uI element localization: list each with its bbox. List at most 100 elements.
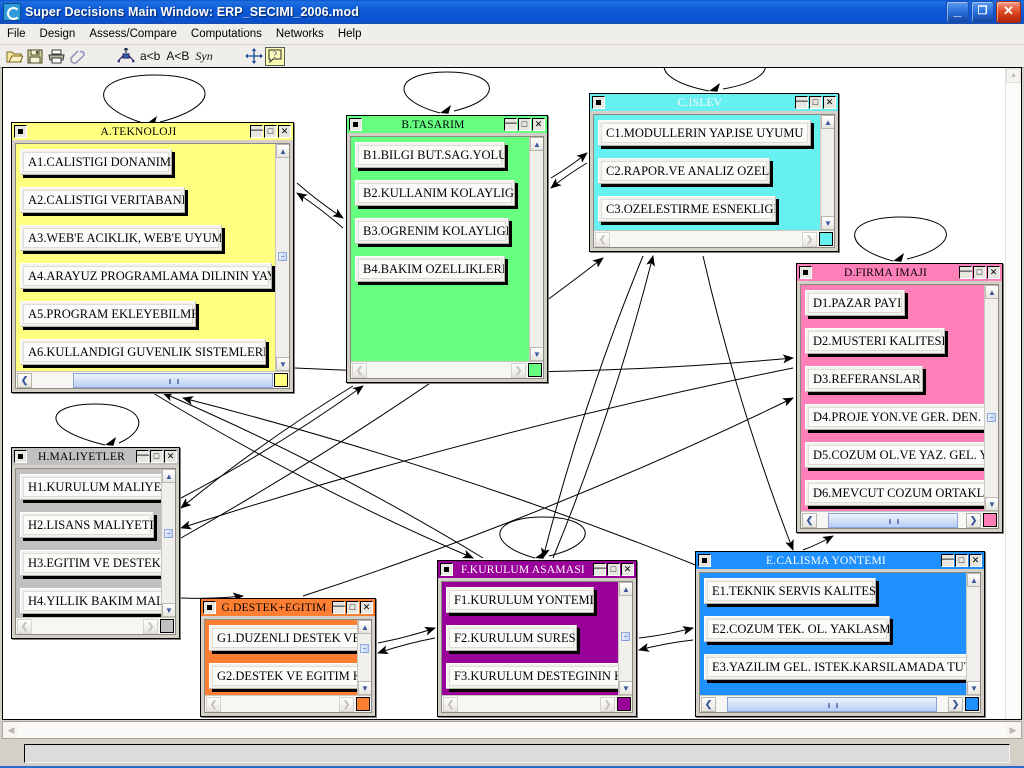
canvas-scroll-up-arrow[interactable]: ▲ [1006, 68, 1021, 83]
cluster-vertical-scrollbar[interactable]: ▲ ▼ [966, 573, 980, 695]
cluster-minimize-button[interactable]: — [959, 264, 972, 279]
cluster-hscroll-right-arrow[interactable]: ❯ [143, 618, 158, 634]
status-text-field[interactable] [24, 743, 1010, 763]
cluster-scroll-down-arrow[interactable]: ▼ [358, 681, 371, 695]
cluster-scroll-up-arrow[interactable]: ▲ [619, 582, 632, 596]
cluster-vertical-scrollbar[interactable]: ▲ ▼ [618, 582, 632, 695]
cluster-vertical-scrollbar[interactable]: ▲ ▼ [275, 144, 289, 371]
cluster-window-a[interactable]: A.TEKNOLOJI — □ ✕ A1.CALISTIGI DONANIM A2.CAL… [11, 122, 294, 393]
menu-item-help[interactable]: Help [331, 26, 369, 42]
cluster-titlebar-d[interactable]: D.FIRMA IMAJI — □ ✕ [797, 264, 1002, 281]
cluster-node[interactable]: A3.WEB'E ACIKLIK, WEB'E UYUM [20, 225, 222, 251]
cluster-titlebar-e[interactable]: E.CALISMA YONTEMI — □ ✕ [696, 552, 984, 569]
cluster-node[interactable]: H2.LISANS MALIYETI [20, 512, 154, 538]
window-close-button[interactable]: ✕ [996, 1, 1021, 23]
menu-item-networks[interactable]: Networks [269, 26, 331, 42]
cluster-maximize-button[interactable]: □ [150, 450, 163, 463]
cluster-scroll-up-arrow[interactable]: ▲ [276, 144, 289, 158]
cluster-hscroll-left-arrow[interactable]: ❮ [206, 696, 221, 712]
cluster-horizontal-scrollbar[interactable]: ❮❯ [205, 695, 371, 712]
cluster-hscroll-right-arrow[interactable]: ❯ [966, 512, 981, 528]
cluster-hscroll-track[interactable] [717, 696, 947, 712]
cluster-hscroll-thumb[interactable] [727, 696, 937, 712]
cluster-scroll-down-arrow[interactable]: ▼ [276, 357, 289, 371]
cluster-hscroll-right-arrow[interactable]: ❯ [802, 231, 817, 247]
cluster-system-menu-button[interactable] [799, 266, 812, 279]
cluster-node[interactable]: B2.KULLANIM KOLAYLIGI [355, 180, 515, 206]
menu-item-computations[interactable]: Computations [184, 26, 269, 42]
cluster-maximize-button[interactable]: □ [973, 266, 986, 279]
cluster-color-swatch[interactable] [819, 232, 833, 246]
cluster-hscroll-left-arrow[interactable]: ❮ [701, 696, 716, 712]
cluster-maximize-button[interactable]: □ [518, 118, 531, 131]
cluster-color-swatch[interactable] [160, 619, 174, 633]
save-icon[interactable] [25, 47, 45, 65]
cluster-maximize-button[interactable]: □ [955, 554, 968, 567]
cluster-maximize-button[interactable]: □ [346, 601, 359, 614]
canvas-vertical-scrollbar[interactable]: ▲ [1005, 68, 1021, 719]
cluster-node[interactable]: D6.MEVCUT COZUM ORTAKLA [805, 480, 984, 506]
cluster-hscroll-track[interactable] [611, 232, 801, 247]
cluster-hscroll-right-arrow[interactable]: ❯ [339, 696, 354, 712]
cluster-close-button[interactable]: ✕ [532, 118, 545, 131]
cluster-hscroll-track[interactable] [33, 619, 142, 634]
cluster-scroll-up-arrow[interactable]: ▲ [358, 620, 371, 634]
cluster-scroll-down-arrow[interactable]: ▼ [821, 216, 834, 230]
cluster-hscroll-left-arrow[interactable]: ❮ [802, 512, 817, 528]
cluster-node[interactable]: C2.RAPOR.VE ANALIZ OZEL. [598, 158, 770, 184]
cluster-window-d[interactable]: D.FIRMA IMAJI — □ ✕ D1.PAZAR PAYI D2.MUSTERI … [796, 263, 1003, 533]
cluster-close-button[interactable]: ✕ [164, 450, 177, 463]
node-link-icon[interactable] [116, 47, 136, 65]
cluster-node[interactable]: E3.YAZILIM GEL. ISTEK.KARSILAMADA TUTU [704, 654, 966, 680]
cluster-vertical-scrollbar[interactable]: ▲ ▼ [529, 137, 543, 361]
cluster-minimize-button[interactable]: — [332, 599, 345, 614]
cluster-node[interactable]: A6.KULLANDIGI GUVENLIK SISTEMLERI [20, 339, 266, 365]
cluster-node[interactable]: B4.BAKIM OZELLIKLERI [355, 256, 505, 282]
menu-item-assess-compare[interactable]: Assess/Compare [82, 26, 184, 42]
cluster-scroll-up-arrow[interactable]: ▲ [985, 285, 998, 299]
cluster-node[interactable]: B1.BILGI BUT.SAG.YOLU [355, 142, 505, 168]
cluster-system-menu-button[interactable] [440, 563, 453, 576]
attach-icon[interactable] [67, 47, 87, 65]
cluster-titlebar-g[interactable]: G.DESTEK+EGITIM — □ ✕ [201, 599, 375, 616]
cluster-titlebar-c[interactable]: C.ISLEV — □ ✕ [590, 94, 838, 111]
print-icon[interactable] [46, 47, 66, 65]
cluster-hscroll-right-arrow[interactable]: ❯ [600, 696, 615, 712]
cluster-system-menu-button[interactable] [349, 118, 362, 131]
cluster-titlebar-f[interactable]: F.KURULUM ASAMASI — □ ✕ [438, 561, 636, 578]
cluster-scroll-down-arrow[interactable]: ▼ [619, 681, 632, 695]
cluster-node[interactable]: A1.CALISTIGI DONANIM [20, 149, 172, 175]
cluster-color-swatch[interactable] [528, 363, 542, 377]
cluster-node[interactable]: D1.PAZAR PAYI [805, 290, 905, 316]
cluster-scroll-up-arrow[interactable]: ▲ [162, 469, 175, 483]
open-icon[interactable] [4, 47, 24, 65]
cluster-horizontal-scrollbar[interactable]: ❮❯ [16, 371, 289, 388]
cluster-hscroll-left-arrow[interactable]: ❮ [443, 696, 458, 712]
cluster-hscroll-track[interactable] [33, 372, 273, 388]
cluster-horizontal-scrollbar[interactable]: ❮❯ [16, 617, 175, 634]
cluster-hscroll-left-arrow[interactable]: ❮ [352, 362, 367, 378]
cluster-hscroll-right-arrow[interactable]: ❯ [948, 696, 963, 712]
cluster-hscroll-left-arrow[interactable]: ❮ [17, 372, 32, 388]
cluster-scroll-up-arrow[interactable]: ▲ [821, 115, 834, 129]
cluster-node[interactable]: D4.PROJE YON.VE GER. DEN. BI [805, 404, 984, 430]
cluster-system-menu-button[interactable] [14, 125, 27, 138]
cluster-node[interactable]: D2.MUSTERI KALITESI [805, 328, 945, 354]
cluster-color-swatch[interactable] [274, 373, 288, 387]
cluster-scroll-up-arrow[interactable]: ▲ [967, 573, 980, 587]
cluster-close-button[interactable]: ✕ [621, 563, 634, 576]
cluster-window-g[interactable]: G.DESTEK+EGITIM—□✕G1.DUZENLI DESTEK VERI… [200, 598, 376, 717]
cluster-hscroll-track[interactable] [818, 512, 965, 528]
cluster-vertical-scrollbar[interactable]: ▲ ▼ [820, 115, 834, 230]
cluster-hscroll-track[interactable] [459, 697, 599, 712]
window-restore-button[interactable]: ❐ [971, 1, 994, 23]
canvas-horizontal-scrollbar[interactable]: ◀ ▶ [2, 721, 1022, 739]
cluster-minimize-button[interactable]: — [136, 448, 149, 463]
cluster-node[interactable]: C3.OZELESTIRME ESNEKLIGI [598, 196, 776, 222]
cluster-node[interactable]: H1.KURULUM MALIYET [20, 474, 161, 500]
cluster-color-swatch[interactable] [983, 513, 997, 527]
cluster-node[interactable]: F3.KURULUM DESTEGININ KA [446, 663, 618, 689]
cluster-scroll-thumb[interactable] [278, 252, 287, 261]
cluster-node[interactable]: A4.ARAYUZ PROGRAMLAMA DILININ YAY [20, 263, 272, 289]
cluster-scroll-down-arrow[interactable]: ▼ [162, 603, 175, 617]
